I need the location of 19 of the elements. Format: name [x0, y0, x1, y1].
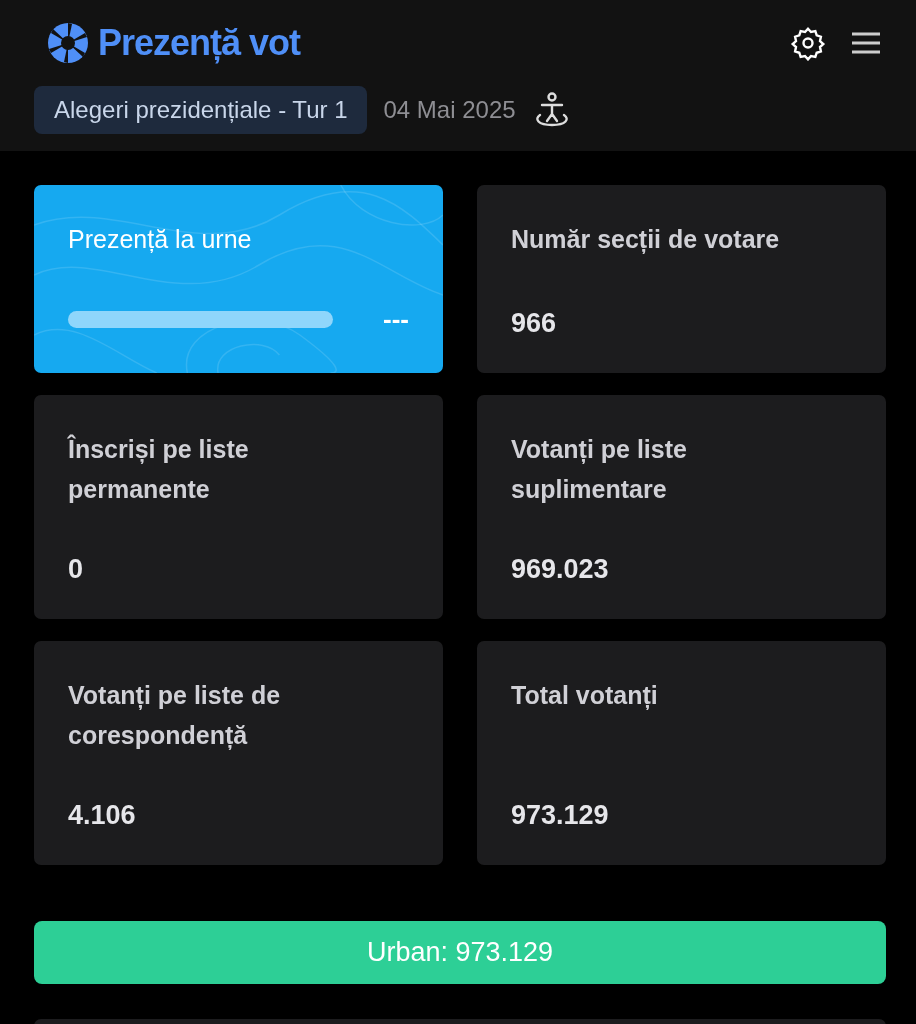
stat-value: 0: [68, 552, 85, 586]
aperture-logo-icon: [46, 21, 90, 65]
stat-value: 973.129: [511, 798, 610, 832]
stat-label: Număr secții de votare: [511, 224, 781, 256]
urban-total-bar: Urban: 973.129: [34, 921, 886, 984]
stat-label: Total votanți: [511, 680, 659, 712]
election-badge: Alegeri prezidențiale - Tur 1: [34, 86, 368, 134]
stat-value: 969.023: [511, 552, 610, 586]
stat-label: Votanți pe liste suplimentare: [511, 434, 688, 505]
stat-value: 966: [511, 306, 558, 340]
turnout-reading: ---: [382, 303, 409, 336]
stat-value: 4.106: [68, 798, 137, 832]
stat-label: Votanți pe liste de corespondență: [68, 680, 282, 752]
settings-icon[interactable]: [790, 25, 826, 61]
election-date: 04 Mai 2025: [383, 95, 516, 125]
menu-icon[interactable]: [850, 30, 882, 56]
turnout-label: Prezență la urne: [68, 224, 253, 255]
app-title: Prezență vot: [98, 21, 301, 66]
stat-label: Înscriși pe liste permanente: [68, 433, 250, 505]
